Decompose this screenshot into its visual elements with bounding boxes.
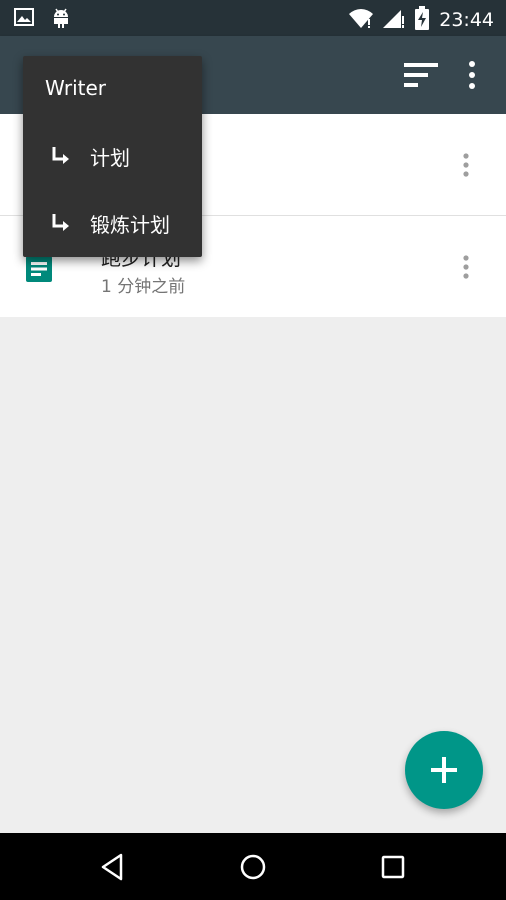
home-icon [240, 854, 266, 880]
signal-icon [383, 8, 405, 32]
sort-button[interactable] [398, 58, 442, 92]
android-icon [52, 8, 70, 32]
recents-button[interactable] [377, 851, 409, 883]
item-more-button[interactable] [455, 150, 477, 180]
status-bar: 23:44 [0, 0, 506, 36]
menu-item-root[interactable]: Writer [45, 76, 106, 100]
status-time: 23:44 [439, 9, 494, 31]
menu-item-folder[interactable]: 计划 [23, 126, 202, 186]
menu-item-label: 锻炼计划 [90, 212, 170, 237]
more-vert-icon [463, 255, 469, 279]
menu-item-label: 计划 [90, 145, 130, 170]
more-options-button[interactable] [458, 56, 486, 94]
battery-charging-icon [415, 6, 430, 34]
subdirectory-arrow-icon [52, 147, 69, 164]
document-icon [26, 256, 52, 282]
home-button[interactable] [237, 851, 269, 883]
more-vert-icon [463, 153, 469, 177]
item-subtitle: 1 分钟之前 [101, 277, 186, 297]
add-document-button[interactable] [405, 731, 483, 809]
plus-icon [431, 757, 457, 783]
subdirectory-arrow-icon [52, 214, 69, 231]
sort-icon [404, 63, 438, 87]
menu-item-folder[interactable]: 锻炼计划 [23, 193, 202, 253]
folder-dropdown-menu: Writer 计划 锻炼计划 [23, 56, 202, 257]
more-vert-icon [469, 61, 475, 89]
back-button[interactable] [97, 851, 129, 883]
image-icon [14, 8, 34, 32]
item-more-button[interactable] [455, 252, 477, 282]
wifi-icon [349, 8, 374, 32]
system-nav-bar [0, 833, 506, 900]
recents-icon [381, 855, 405, 879]
back-icon [101, 853, 123, 881]
